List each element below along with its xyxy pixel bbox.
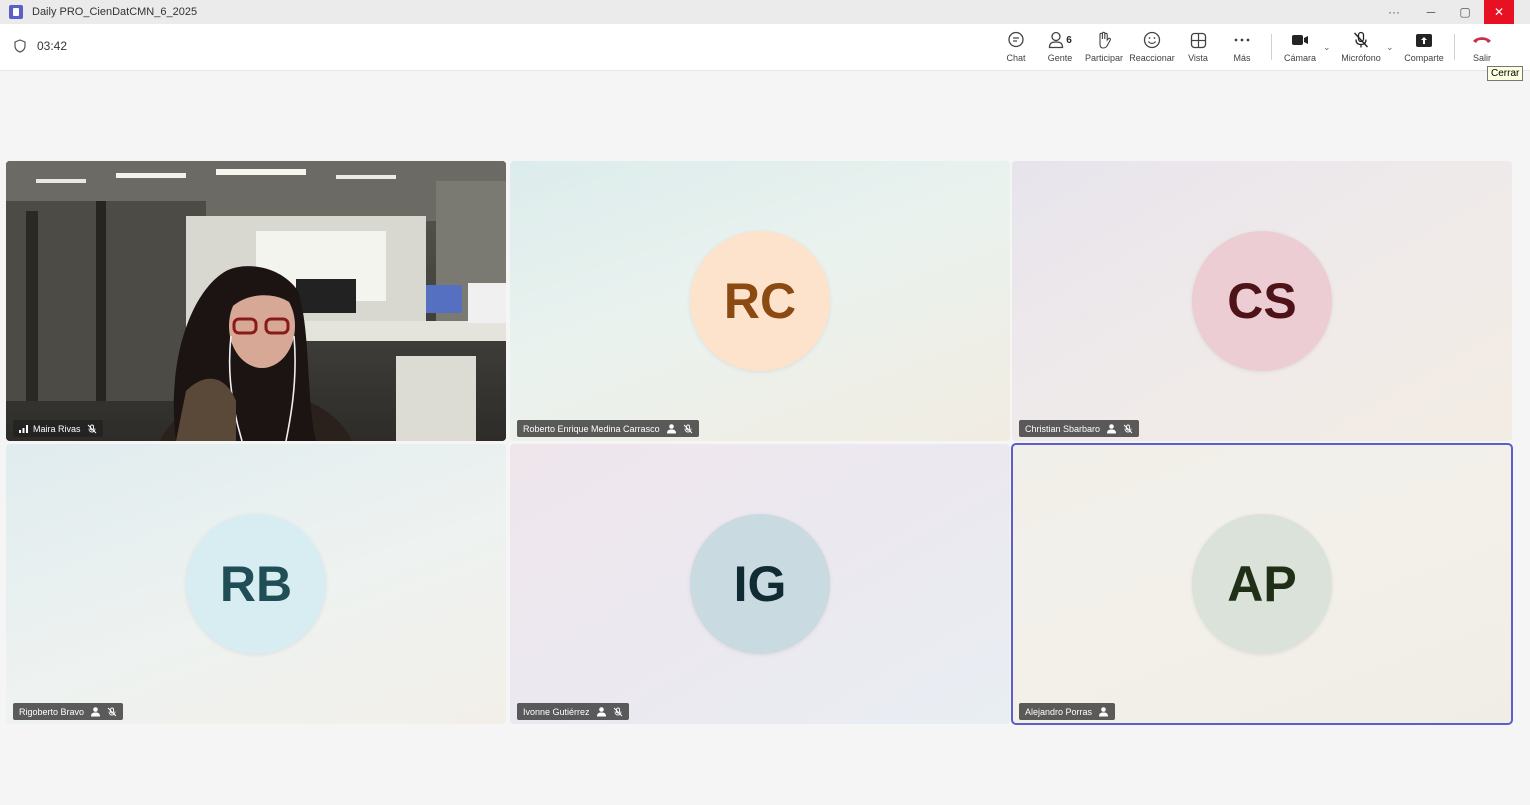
participant-tile[interactable]: CS Christian Sbarbaro bbox=[1012, 161, 1512, 441]
participant-name: Maira Rivas bbox=[33, 423, 81, 434]
teams-app-icon bbox=[9, 5, 23, 19]
more-label: Más bbox=[1233, 53, 1251, 63]
window-title: Daily PRO_CienDatCMN_6_2025 bbox=[32, 6, 198, 18]
meeting-timer: 03:42 bbox=[14, 39, 67, 53]
participant-name-tag: Alejandro Porras bbox=[1019, 703, 1116, 720]
participant-avatar: CS bbox=[1192, 231, 1332, 371]
more-button[interactable]: Más bbox=[1217, 30, 1267, 63]
participant-name: Alejandro Porras bbox=[1025, 706, 1093, 717]
people-count: 6 bbox=[1066, 34, 1072, 46]
view-label: Vista bbox=[1188, 53, 1208, 63]
mic-off-icon bbox=[107, 707, 117, 716]
close-tooltip: Cerrar bbox=[1487, 66, 1524, 81]
react-label: Reaccionar bbox=[1129, 53, 1175, 63]
microphone-button[interactable]: Micrófono bbox=[1336, 30, 1386, 63]
presenter-icon bbox=[91, 707, 101, 717]
react-button[interactable]: Reaccionar bbox=[1127, 30, 1177, 63]
participant-avatar: RC bbox=[690, 231, 830, 371]
share-screen-icon bbox=[1416, 33, 1432, 47]
mic-off-icon bbox=[683, 424, 692, 433]
mic-off-icon bbox=[1353, 31, 1369, 48]
camera-options-chevron-icon[interactable]: ⌄ bbox=[1323, 42, 1331, 53]
participant-name-tag: Rigoberto Bravo bbox=[13, 703, 124, 720]
timer-text: 03:42 bbox=[37, 39, 68, 53]
participant-tile[interactable]: IG Ivonne Gutiérrez bbox=[510, 444, 1010, 724]
raise-hand-button[interactable]: Participar bbox=[1079, 30, 1129, 63]
presenter-icon bbox=[1107, 424, 1117, 434]
hang-up-icon bbox=[1473, 37, 1491, 43]
microphone-label: Micrófono bbox=[1341, 53, 1381, 63]
meeting-toolbar: 03:42 Chat 6 Gente Participar Reaccionar… bbox=[0, 24, 1530, 81]
close-button[interactable]: ✕ bbox=[1484, 0, 1514, 24]
presenter-icon bbox=[1099, 707, 1109, 717]
emoji-icon bbox=[1143, 31, 1161, 49]
grid-view-icon bbox=[1190, 32, 1206, 48]
participant-tile[interactable]: RC Roberto Enrique Medina Carrasco bbox=[510, 161, 1010, 441]
presenter-icon bbox=[596, 707, 606, 717]
share-button[interactable]: Comparte bbox=[1399, 30, 1449, 63]
people-icon bbox=[1049, 31, 1064, 49]
window-more-button[interactable]: ··· bbox=[1377, 0, 1411, 24]
participant-avatar: IG bbox=[690, 514, 830, 654]
people-button[interactable]: 6 Gente bbox=[1035, 30, 1085, 63]
people-label: Gente bbox=[1047, 53, 1073, 63]
signal-strength-icon bbox=[19, 424, 28, 433]
more-dots-icon bbox=[1234, 38, 1250, 42]
share-label: Comparte bbox=[1404, 53, 1444, 63]
raise-hand-icon bbox=[1099, 31, 1111, 49]
raise-hand-label: Participar bbox=[1084, 53, 1123, 63]
participant-name-tag: Ivonne Gutiérrez bbox=[517, 703, 629, 720]
participant-name-tag: Roberto Enrique Medina Carrasco bbox=[517, 420, 699, 437]
mic-off-icon bbox=[613, 707, 622, 716]
participant-name: Rigoberto Bravo bbox=[19, 706, 85, 717]
participant-tile[interactable]: RB Rigoberto Bravo bbox=[6, 444, 506, 724]
toolbar-separator bbox=[1271, 34, 1272, 60]
shield-icon bbox=[14, 39, 26, 53]
camera-label: Cámara bbox=[1283, 53, 1316, 63]
participant-name-tag: Maira Rivas bbox=[13, 420, 103, 437]
view-button[interactable]: Vista bbox=[1173, 30, 1223, 63]
leave-button[interactable]: Salir bbox=[1458, 30, 1506, 63]
participant-avatar: RB bbox=[186, 514, 326, 654]
chat-label: Chat bbox=[1006, 53, 1026, 63]
mic-off-icon bbox=[87, 424, 96, 433]
participant-name: Christian Sbarbaro bbox=[1025, 423, 1101, 434]
mic-options-chevron-icon[interactable]: ⌄ bbox=[1386, 42, 1394, 53]
restore-button[interactable]: ▢ bbox=[1448, 0, 1482, 24]
office-video-feed bbox=[6, 161, 506, 441]
chat-button[interactable]: Chat bbox=[991, 30, 1041, 63]
participant-name: Ivonne Gutiérrez bbox=[523, 706, 590, 717]
participant-name-tag: Christian Sbarbaro bbox=[1019, 420, 1140, 437]
participant-avatar: AP bbox=[1192, 514, 1332, 654]
chat-icon bbox=[1008, 31, 1024, 48]
mic-off-icon bbox=[1123, 424, 1133, 433]
minimize-button[interactable]: ─ bbox=[1414, 0, 1448, 24]
participant-tile-video[interactable]: Maira Rivas bbox=[6, 161, 506, 441]
participant-tile-active[interactable]: AP Alejandro Porras bbox=[1011, 443, 1513, 725]
camera-icon bbox=[1292, 35, 1308, 45]
leave-label: Salir bbox=[1472, 53, 1491, 63]
camera-button[interactable]: Cámara bbox=[1275, 30, 1325, 63]
participant-name: Roberto Enrique Medina Carrasco bbox=[523, 423, 660, 434]
title-bar: Daily PRO_CienDatCMN_6_2025 ··· ─ ▢ ✕ bbox=[0, 0, 1530, 24]
presenter-icon bbox=[666, 424, 676, 434]
toolbar-separator bbox=[1454, 34, 1455, 60]
